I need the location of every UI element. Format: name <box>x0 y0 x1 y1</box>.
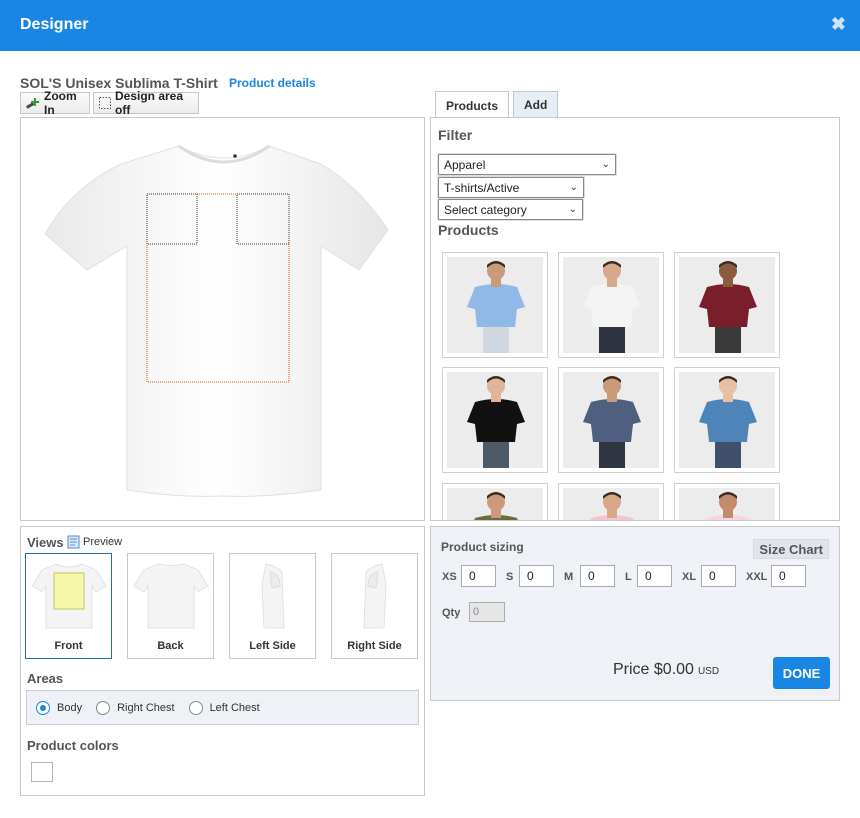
view-right-side[interactable]: Right Side <box>331 553 418 659</box>
view-front-label: Front <box>54 640 83 652</box>
area-body-option[interactable]: Body <box>36 700 83 715</box>
zoom-in-label: Zoom In <box>44 89 77 117</box>
product-photo <box>679 257 775 353</box>
size-xs-input[interactable]: 0 <box>461 565 496 587</box>
radio-icon[interactable] <box>96 700 111 715</box>
product-photo <box>563 372 659 468</box>
window-title: Designer <box>20 16 89 33</box>
area-right-chest-option[interactable]: Right Chest <box>96 700 175 715</box>
qty-field: 0 <box>469 602 505 622</box>
preview-icon <box>67 535 81 549</box>
product-thumbnail[interactable] <box>558 367 664 473</box>
category-select-1-value: Apparel <box>444 157 486 172</box>
product-colors-label: Product colors <box>27 738 119 753</box>
price-currency: USD <box>697 666 720 677</box>
product-photo <box>679 488 775 520</box>
category-select-2[interactable]: T-shirts/Active ⌄ <box>438 177 584 198</box>
category-select-1[interactable]: Apparel ⌄ <box>438 154 616 175</box>
category-select-2-value: T-shirts/Active <box>444 180 520 195</box>
design-canvas[interactable] <box>20 117 425 521</box>
area-left-chest-label: Left Chest <box>209 701 260 714</box>
radio-icon[interactable] <box>188 700 203 715</box>
design-area-toggle[interactable]: Design area off <box>93 89 199 117</box>
price-value: Price $0.00 <box>613 661 694 678</box>
view-front[interactable]: Front <box>25 553 112 659</box>
size-l-label: L <box>625 571 632 583</box>
category-select-3-value: Select category <box>444 202 527 217</box>
product-photo <box>563 257 659 353</box>
size-s-input[interactable]: 0 <box>519 565 554 587</box>
product-thumbnail[interactable] <box>674 483 780 520</box>
size-xl-label: XL <box>682 571 697 583</box>
done-button[interactable]: DONE <box>773 657 830 689</box>
price-display: Price $0.00 USD <box>613 661 719 679</box>
areas-label: Areas <box>27 671 64 686</box>
product-thumbnail[interactable] <box>674 367 780 473</box>
product-photo <box>447 257 543 353</box>
product-thumbnail[interactable] <box>674 252 780 358</box>
tab-add[interactable]: Add <box>513 91 559 118</box>
chevron-down-icon: ⌄ <box>568 204 577 215</box>
preview-button[interactable]: Preview <box>67 535 122 549</box>
size-m-input[interactable]: 0 <box>580 565 615 587</box>
qty-label: Qty <box>442 607 461 619</box>
size-xs-label: XS <box>442 571 457 583</box>
product-thumbnail[interactable] <box>442 252 548 358</box>
product-photo <box>679 372 775 468</box>
product-photo <box>447 488 543 520</box>
areas-options: Body Right Chest Left Chest <box>26 690 419 725</box>
preview-label: Preview <box>83 536 123 548</box>
product-thumbnail[interactable] <box>442 367 548 473</box>
product-sizing-label: Product sizing <box>441 540 524 554</box>
view-left-side-label: Left Side <box>249 640 296 652</box>
area-right-chest-label: Right Chest <box>117 701 175 714</box>
area-left-chest-option[interactable]: Left Chest <box>188 700 260 715</box>
chevron-down-icon: ⌄ <box>601 159 610 170</box>
close-icon[interactable]: ✖ <box>831 15 846 33</box>
zoom-in-button[interactable]: Zoom In <box>20 89 90 117</box>
design-area-label: Design area off <box>115 89 184 117</box>
view-right-side-label: Right Side <box>347 640 402 652</box>
product-thumbnail[interactable] <box>558 483 664 520</box>
sizing-panel: Product sizing Size Chart XS 0 S 0 M 0 L… <box>430 526 840 701</box>
right-side-view-thumbnail <box>363 563 387 629</box>
size-xxl-input[interactable]: 0 <box>771 565 806 587</box>
view-back[interactable]: Back <box>127 553 214 659</box>
size-xl-input[interactable]: 0 <box>701 565 736 587</box>
tshirt-image <box>44 144 389 497</box>
left-side-view-thumbnail <box>261 563 285 629</box>
view-back-label: Back <box>157 640 184 652</box>
front-view-thumbnail <box>31 563 107 629</box>
tab-products[interactable]: Products <box>435 91 510 119</box>
filter-label: Filter <box>438 127 473 143</box>
size-xxl-label: XXL <box>746 571 768 583</box>
product-thumbnail[interactable] <box>442 483 548 520</box>
title-bar: Designer ✖ <box>0 0 860 51</box>
size-l-input[interactable]: 0 <box>637 565 672 587</box>
product-photo <box>563 488 659 520</box>
product-photo <box>447 372 543 468</box>
panel-tabs: Products Add <box>435 91 559 119</box>
views-label: Views <box>27 535 64 550</box>
size-s-label: S <box>506 571 514 583</box>
color-swatch-white[interactable] <box>31 762 53 782</box>
dotted-square-icon <box>98 96 112 110</box>
views-panel: Views Preview Front Back Left Side Right… <box>20 526 425 796</box>
products-label: Products <box>438 222 499 238</box>
zoom-in-icon <box>25 96 41 110</box>
product-thumbnail[interactable] <box>558 252 664 358</box>
chevron-down-icon: ⌄ <box>569 182 578 193</box>
size-chart-button[interactable]: Size Chart <box>753 539 829 559</box>
view-left-side[interactable]: Left Side <box>229 553 316 659</box>
size-m-label: M <box>564 571 574 583</box>
radio-checked-icon[interactable] <box>36 700 50 715</box>
product-details-link[interactable]: Product details <box>229 76 316 90</box>
area-body-label: Body <box>57 701 83 714</box>
product-browser: Filter Apparel ⌄ T-shirts/Active ⌄ Selec… <box>430 117 840 521</box>
category-select-3[interactable]: Select category ⌄ <box>438 199 583 220</box>
back-view-thumbnail <box>133 563 209 629</box>
